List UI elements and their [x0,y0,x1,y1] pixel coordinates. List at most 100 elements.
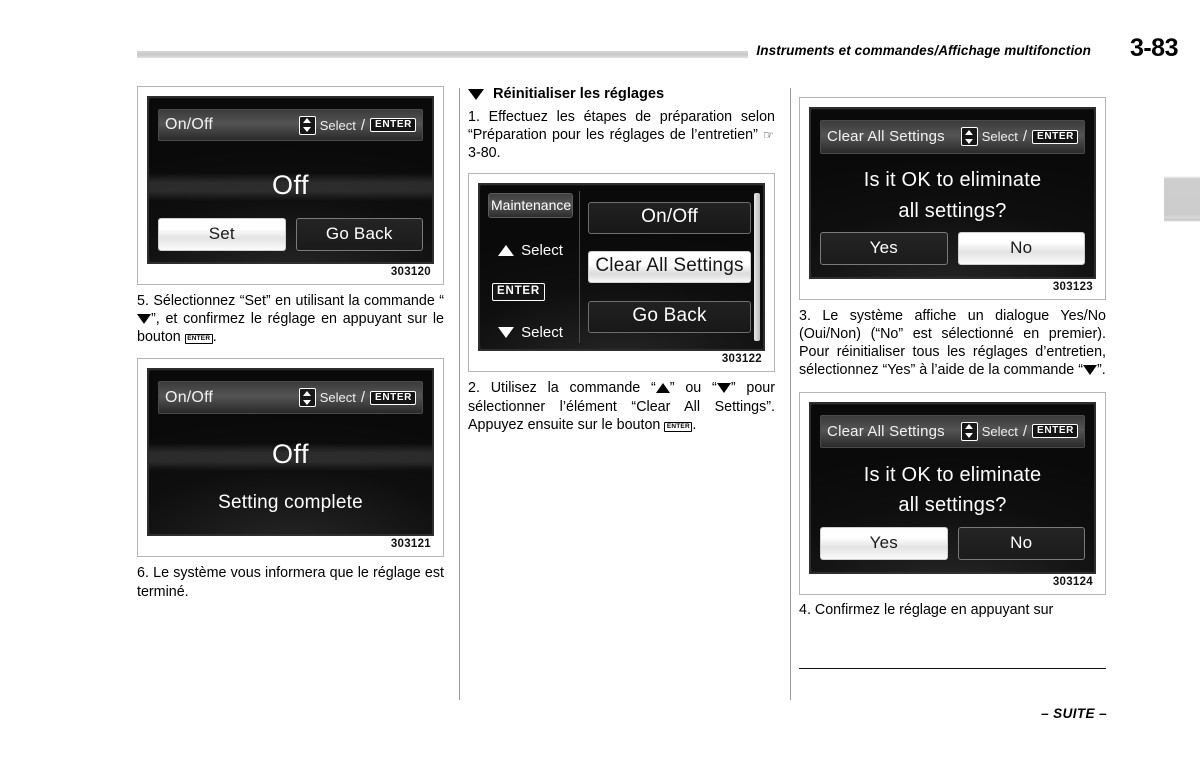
menu-item-go-back[interactable]: Go Back [588,300,751,333]
figure-303120: On/Off Select / ENTER Off Set Go Back [137,86,444,285]
menu-item-onoff[interactable]: On/Off [588,202,751,235]
separator-slash: / [360,389,366,407]
up-down-arrow-icon [960,127,978,147]
separator-slash: / [360,116,366,134]
menu-items: On/Off Clear All Settings Go Back [580,185,763,349]
no-button[interactable]: No [957,526,1085,560]
step-5-text-b: ”, et confirmez le réglage en appuyant s… [137,311,444,346]
menu-item-clear-all-settings[interactable]: Clear All Settings [588,251,751,284]
section-heading: Réinitialiser les réglages [468,86,775,102]
step-1-text-a: 1. Effectuez les étapes de préparation s… [468,109,775,144]
sidebar-select-down-label: Select [521,324,563,342]
page-title: Instruments et commandes/Affichage multi… [748,43,1097,58]
section-triangle-icon [468,88,484,100]
figure-id: 303121 [390,538,431,551]
titlebar-controls: Select / ENTER [298,115,416,135]
step-3-text-a: 3. Le système affiche un dialogue Yes/No… [799,308,1106,379]
enter-button-icon: ENTER [1032,129,1078,144]
yes-button[interactable]: Yes [820,232,948,266]
down-arrow-icon [716,383,731,394]
enter-button-icon: ENTER [184,334,213,345]
step-5-text-a: 5. Sélectionnez “Set” en utilisant la co… [137,293,444,309]
up-down-arrow-icon [298,115,316,135]
screen-titlebar: Clear All Settings Select / ENTER [820,119,1085,154]
go-back-button[interactable]: Go Back [295,217,423,251]
footer-rule [799,668,1106,669]
yes-button[interactable]: Yes [820,526,948,560]
set-button[interactable]: Set [158,217,286,251]
enter-button-icon: ENTER [370,118,416,133]
step-4-text: 4. Confirmez le réglage en appuyant sur [799,601,1054,618]
down-arrow-icon [1082,365,1097,376]
menu-scrollbar-thumb[interactable] [754,193,760,342]
enter-button-icon: ENTER [1032,424,1078,439]
mfd-screen-maintenance-menu: Maintenance Select ENTER Select On/Off C… [478,183,765,352]
menu-scrollbar[interactable] [754,193,760,342]
select-label: Select [319,117,356,133]
down-arrow-icon [137,314,151,325]
screen-titlebar: Clear All Settings Select / ENTER [820,414,1085,449]
screen-button-row: Set Go Back [158,217,423,251]
step-3-text: 3. Le système affiche un dialogue Yes/No… [799,307,1106,380]
sidebar-select-up[interactable]: Select [488,240,573,261]
up-down-arrow-icon [960,421,978,441]
screen-title: On/Off [165,388,214,406]
figure-id: 303124 [1052,575,1093,588]
select-label: Select [981,423,1018,439]
sidebar-title-maintenance: Maintenance [488,193,574,219]
column-divider-1 [459,88,460,700]
enter-button-icon: ENTER [370,390,416,405]
figure-303124: Clear All Settings Select / ENTER Is it … [799,391,1106,595]
confirm-line-1: Is it OK to eliminate [863,169,1042,192]
chapter-edge-tab [1164,176,1200,222]
value-highlight-band [149,442,432,471]
confirm-line-1: Is it OK to eliminate [863,464,1042,487]
step-2-text-d: . [692,416,697,433]
screen-titlebar: On/Off Select / ENTER [158,381,423,414]
separator-slash: / [1022,422,1028,440]
figure-303123: Clear All Settings Select / ENTER Is it … [799,97,1106,300]
value-highlight-band [149,173,432,202]
sidebar-select-down[interactable]: Select [488,322,573,343]
mfd-screen-onoff-set: On/Off Select / ENTER Off Set Go Back [147,96,434,264]
no-button[interactable]: No [957,232,1085,266]
up-down-arrow-icon [298,388,316,408]
screen-button-row: Yes No [820,232,1085,266]
up-arrow-icon [655,383,670,394]
step-6-text: 6. Le système vous informera que le régl… [137,565,444,600]
step-3-text-b: ”. [1096,362,1106,379]
right-column: Clear All Settings Select / ENTER Is it … [799,86,1106,619]
titlebar-controls: Select / ENTER [960,127,1078,147]
figure-303121: On/Off Select / ENTER Off Setting comple… [137,358,444,558]
page-number: 3-83 [1123,34,1179,63]
figure-303122: Maintenance Select ENTER Select On/Off C… [468,173,775,373]
up-arrow-icon [498,245,515,257]
mfd-screen-confirm-no: Clear All Settings Select / ENTER Is it … [809,107,1096,279]
sidebar-enter[interactable]: ENTER [488,283,573,301]
step-1-reference: 3-80. [468,145,501,162]
column-divider-2 [790,88,791,700]
manual-page: Instruments et commandes/Affichage multi… [0,0,1200,763]
enter-button-icon: ENTER [492,283,545,301]
section-heading-label: Réinitialiser les réglages [493,86,665,102]
figure-id: 303120 [390,266,431,278]
screen-button-row: Yes No [820,526,1085,560]
continued-label: – SUITE – [1041,706,1107,721]
confirm-line-2: all settings? [898,494,1007,517]
confirm-line-2: all settings? [898,199,1007,222]
screen-title: Clear All Settings [827,128,945,146]
menu-sidebar: Maintenance Select ENTER Select [480,185,579,349]
select-label: Select [319,390,356,406]
left-column: On/Off Select / ENTER Off Set Go Back [137,86,444,601]
screen-title: On/Off [165,116,214,134]
step-2-text-b: ” ou “ [669,380,717,397]
middle-column: Réinitialiser les réglages 1. Effectuez … [468,86,775,434]
titlebar-controls: Select / ENTER [298,388,416,408]
titlebar-controls: Select / ENTER [960,421,1078,441]
step-1-text: 1. Effectuez les étapes de préparation s… [468,108,775,162]
screen-message: Setting complete [218,491,363,513]
step-5-text-c: . [212,329,217,346]
step-5-text: 5. Sélectionnez “Set” en utilisant la co… [137,292,444,346]
step-2-text-a: 2. Utilisez la commande “ [468,380,656,397]
mfd-screen-setting-complete: On/Off Select / ENTER Off Setting comple… [147,368,434,537]
